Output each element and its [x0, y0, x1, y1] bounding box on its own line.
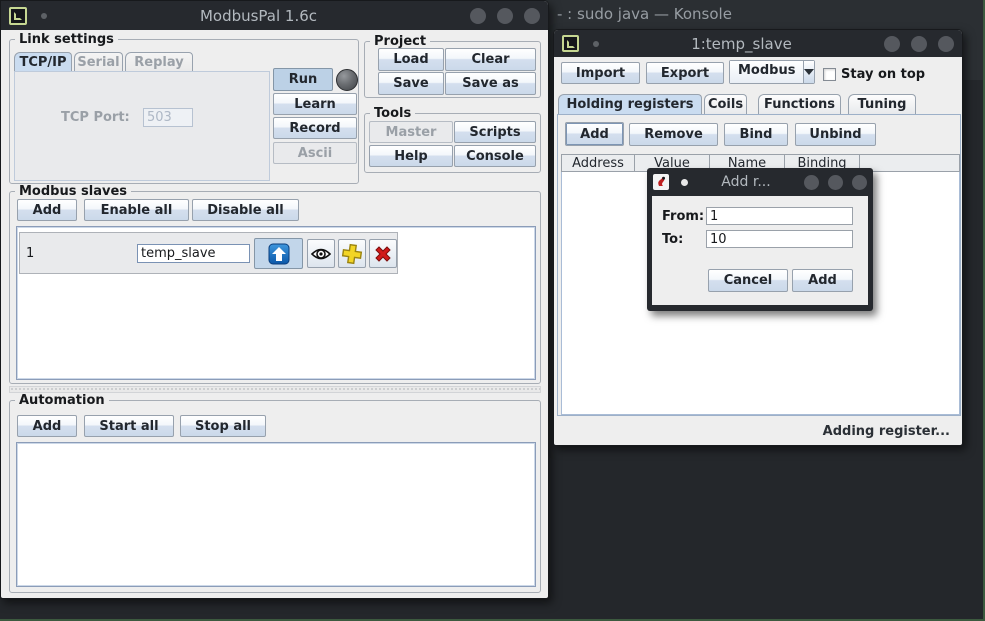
- combobox-value: Modbus: [730, 61, 803, 83]
- slave-enable-toggle[interactable]: [254, 238, 303, 269]
- tab-functions[interactable]: Functions: [758, 94, 841, 114]
- from-label: From:: [662, 209, 704, 224]
- stay-on-top-label: Stay on top: [841, 67, 925, 82]
- tab-replay[interactable]: Replay: [125, 52, 193, 72]
- group-title: Project: [370, 34, 430, 49]
- eye-icon: [310, 246, 332, 262]
- add-register-button[interactable]: Add: [565, 122, 624, 146]
- panel-splitter[interactable]: [9, 386, 541, 393]
- slave-name-field[interactable]: [137, 244, 250, 263]
- maximize-button[interactable]: [828, 175, 843, 190]
- slaves-list[interactable]: 1: [16, 226, 536, 380]
- tab-tuning[interactable]: Tuning: [848, 94, 916, 114]
- window-icon: [562, 35, 579, 52]
- unbind-button[interactable]: Unbind: [795, 123, 876, 146]
- import-button[interactable]: Import: [561, 62, 640, 84]
- window-icon: [9, 7, 27, 25]
- slave-add-automation-button[interactable]: [338, 239, 366, 268]
- group-title: Tools: [370, 106, 415, 121]
- dialog-body: From: To: Cancel Add: [652, 196, 868, 305]
- group-title: Link settings: [15, 32, 118, 47]
- status-text: Adding register...: [554, 424, 950, 439]
- remove-register-button[interactable]: Remove: [629, 123, 718, 146]
- run-led-indicator-icon: [336, 69, 358, 91]
- tcp-port-label: TCP Port:: [61, 110, 130, 125]
- master-button[interactable]: Master: [369, 121, 453, 143]
- from-field[interactable]: [706, 207, 853, 225]
- add-button[interactable]: Add: [792, 269, 853, 292]
- up-arrow-icon: [268, 243, 290, 265]
- maximize-button[interactable]: [497, 8, 513, 24]
- to-field[interactable]: [706, 230, 853, 248]
- add-automation-button[interactable]: Add: [17, 415, 77, 437]
- start-all-button[interactable]: Start all: [84, 415, 174, 437]
- link-settings-group: Link settings TCP/IP Serial Replay TCP P…: [9, 39, 359, 184]
- scripts-button[interactable]: Scripts: [454, 121, 536, 143]
- tab-holding-registers[interactable]: Holding registers: [558, 94, 702, 114]
- help-button[interactable]: Help: [369, 145, 453, 167]
- add-slave-button[interactable]: Add: [17, 199, 77, 221]
- slave-delete-button[interactable]: [369, 239, 397, 268]
- maximize-button[interactable]: [911, 36, 927, 52]
- enable-all-button[interactable]: Enable all: [84, 199, 189, 221]
- slave-view-button[interactable]: [307, 239, 335, 268]
- terminal-icon: [567, 40, 575, 48]
- terminal-icon: [14, 12, 22, 20]
- bind-button[interactable]: Bind: [724, 123, 788, 146]
- dropdown-arrow-icon[interactable]: [803, 61, 814, 83]
- save-button[interactable]: Save: [378, 72, 444, 95]
- run-button[interactable]: Run: [273, 68, 333, 91]
- record-button[interactable]: Record: [273, 117, 357, 139]
- protocol-combobox[interactable]: Modbus: [729, 60, 815, 84]
- minimize-button[interactable]: [884, 36, 900, 52]
- dialog-title: Add r...: [688, 174, 804, 190]
- tab-coils[interactable]: Coils: [704, 94, 747, 114]
- disable-all-button[interactable]: Disable all: [192, 199, 299, 221]
- add-plus-icon: [341, 243, 363, 265]
- close-button[interactable]: [938, 36, 954, 52]
- tab-serial[interactable]: Serial: [74, 52, 123, 72]
- minimize-button[interactable]: [470, 8, 486, 24]
- tools-group: Tools Master Scripts Help Console: [364, 113, 541, 173]
- load-button[interactable]: Load: [378, 48, 444, 71]
- export-button[interactable]: Export: [646, 62, 724, 84]
- cancel-button[interactable]: Cancel: [708, 269, 788, 292]
- column-header[interactable]: Address: [561, 154, 635, 172]
- close-button[interactable]: [852, 175, 867, 190]
- konsole-window-title: - : sudo java — Konsole: [557, 5, 732, 23]
- temp-slave-titlebar[interactable]: 1:temp_slave: [554, 30, 962, 57]
- to-label: To:: [662, 232, 683, 247]
- modbuspal-window: ModbusPal 1.6c Link settings TCP/IP Seri…: [0, 0, 549, 599]
- delete-x-icon: [372, 243, 394, 265]
- tab-tcpip[interactable]: TCP/IP: [14, 52, 72, 72]
- window-title: ModbusPal 1.6c: [47, 7, 470, 25]
- tcp-port-field[interactable]: [143, 108, 193, 127]
- modbus-slaves-group: Modbus slaves Add Enable all Disable all…: [9, 191, 541, 384]
- ascii-button[interactable]: Ascii: [273, 142, 357, 164]
- stay-on-top-checkbox[interactable]: [823, 68, 836, 81]
- titlebar-dot-icon: [681, 179, 688, 186]
- dialog-titlebar[interactable]: Add r...: [647, 168, 873, 196]
- slave-row: 1: [19, 232, 398, 274]
- console-button[interactable]: Console: [454, 145, 536, 167]
- window-title: 1:temp_slave: [599, 35, 884, 53]
- column-header-empty: [860, 154, 960, 172]
- project-group: Project Load Clear Save Save as: [364, 41, 541, 98]
- save-as-button[interactable]: Save as: [445, 72, 536, 95]
- automation-group: Automation Add Start all Stop all: [9, 400, 541, 593]
- group-title: Automation: [15, 393, 109, 408]
- learn-button[interactable]: Learn: [273, 93, 357, 115]
- group-title: Modbus slaves: [15, 184, 131, 199]
- java-duke-icon: [653, 174, 669, 190]
- automation-list[interactable]: [16, 442, 536, 587]
- add-registers-dialog: Add r... From: To: Cancel Add: [647, 168, 873, 311]
- stop-all-button[interactable]: Stop all: [180, 415, 266, 437]
- slave-id: 1: [26, 246, 34, 261]
- clear-button[interactable]: Clear: [445, 48, 536, 71]
- close-button[interactable]: [524, 8, 540, 24]
- modbuspal-titlebar[interactable]: ModbusPal 1.6c: [1, 1, 548, 30]
- minimize-button[interactable]: [804, 175, 819, 190]
- tcpip-tab-panel: TCP Port:: [14, 71, 270, 181]
